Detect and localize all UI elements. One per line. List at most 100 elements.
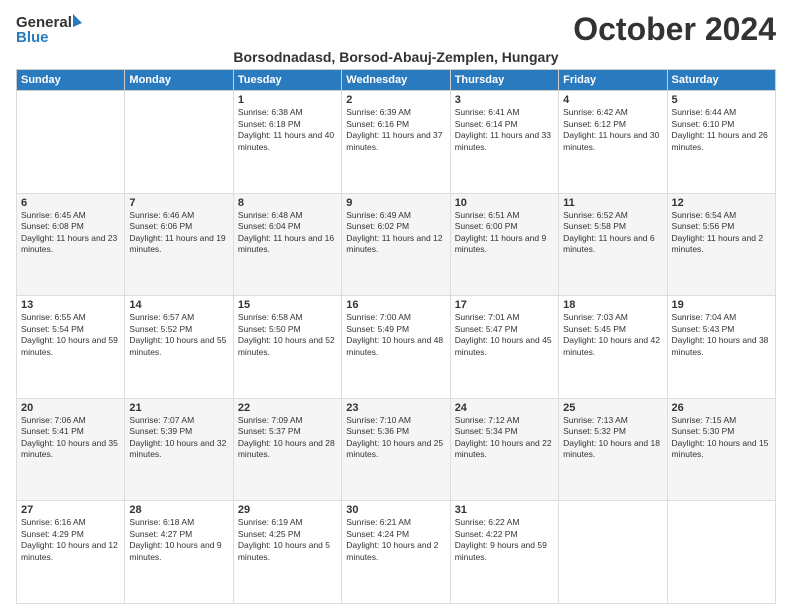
logo-text: General Blue — [16, 12, 82, 45]
calendar-cell: 29Sunrise: 6:19 AMSunset: 4:25 PMDayligh… — [233, 501, 341, 604]
day-detail: Sunrise: 6:39 AMSunset: 6:16 PMDaylight:… — [346, 107, 445, 153]
calendar-cell: 27Sunrise: 6:16 AMSunset: 4:29 PMDayligh… — [17, 501, 125, 604]
calendar-cell: 13Sunrise: 6:55 AMSunset: 5:54 PMDayligh… — [17, 296, 125, 399]
day-number: 5 — [672, 94, 771, 106]
day-detail: Sunrise: 7:12 AMSunset: 5:34 PMDaylight:… — [455, 415, 554, 461]
day-detail: Sunrise: 6:48 AMSunset: 6:04 PMDaylight:… — [238, 210, 337, 256]
day-detail: Sunrise: 7:10 AMSunset: 5:36 PMDaylight:… — [346, 415, 445, 461]
day-number: 11 — [563, 197, 662, 209]
day-detail: Sunrise: 6:21 AMSunset: 4:24 PMDaylight:… — [346, 517, 445, 563]
calendar-cell: 31Sunrise: 6:22 AMSunset: 4:22 PMDayligh… — [450, 501, 558, 604]
logo: General Blue — [16, 12, 82, 45]
day-number: 28 — [129, 504, 228, 516]
col-wednesday: Wednesday — [342, 70, 450, 91]
calendar-cell — [125, 91, 233, 194]
calendar-cell: 2Sunrise: 6:39 AMSunset: 6:16 PMDaylight… — [342, 91, 450, 194]
day-number: 3 — [455, 94, 554, 106]
day-detail: Sunrise: 6:18 AMSunset: 4:27 PMDaylight:… — [129, 517, 228, 563]
calendar-cell: 5Sunrise: 6:44 AMSunset: 6:10 PMDaylight… — [667, 91, 775, 194]
day-detail: Sunrise: 7:06 AMSunset: 5:41 PMDaylight:… — [21, 415, 120, 461]
col-tuesday: Tuesday — [233, 70, 341, 91]
day-number: 22 — [238, 402, 337, 414]
day-detail: Sunrise: 6:41 AMSunset: 6:14 PMDaylight:… — [455, 107, 554, 153]
calendar-cell: 10Sunrise: 6:51 AMSunset: 6:00 PMDayligh… — [450, 193, 558, 296]
calendar-cell: 20Sunrise: 7:06 AMSunset: 5:41 PMDayligh… — [17, 398, 125, 501]
calendar-cell: 16Sunrise: 7:00 AMSunset: 5:49 PMDayligh… — [342, 296, 450, 399]
col-thursday: Thursday — [450, 70, 558, 91]
day-number: 13 — [21, 299, 120, 311]
calendar-cell: 14Sunrise: 6:57 AMSunset: 5:52 PMDayligh… — [125, 296, 233, 399]
calendar-week-row: 20Sunrise: 7:06 AMSunset: 5:41 PMDayligh… — [17, 398, 776, 501]
calendar-week-row: 1Sunrise: 6:38 AMSunset: 6:18 PMDaylight… — [17, 91, 776, 194]
calendar-cell: 17Sunrise: 7:01 AMSunset: 5:47 PMDayligh… — [450, 296, 558, 399]
col-sunday: Sunday — [17, 70, 125, 91]
day-detail: Sunrise: 6:51 AMSunset: 6:00 PMDaylight:… — [455, 210, 554, 256]
day-number: 12 — [672, 197, 771, 209]
day-number: 20 — [21, 402, 120, 414]
day-detail: Sunrise: 7:00 AMSunset: 5:49 PMDaylight:… — [346, 312, 445, 358]
calendar-cell: 12Sunrise: 6:54 AMSunset: 5:56 PMDayligh… — [667, 193, 775, 296]
day-detail: Sunrise: 7:04 AMSunset: 5:43 PMDaylight:… — [672, 312, 771, 358]
day-detail: Sunrise: 6:49 AMSunset: 6:02 PMDaylight:… — [346, 210, 445, 256]
day-detail: Sunrise: 6:44 AMSunset: 6:10 PMDaylight:… — [672, 107, 771, 153]
day-detail: Sunrise: 7:15 AMSunset: 5:30 PMDaylight:… — [672, 415, 771, 461]
day-number: 9 — [346, 197, 445, 209]
day-number: 26 — [672, 402, 771, 414]
month-title: October 2024 — [573, 12, 776, 47]
calendar-cell: 30Sunrise: 6:21 AMSunset: 4:24 PMDayligh… — [342, 501, 450, 604]
day-number: 21 — [129, 402, 228, 414]
calendar-cell: 15Sunrise: 6:58 AMSunset: 5:50 PMDayligh… — [233, 296, 341, 399]
logo-blue: Blue — [16, 30, 82, 45]
day-number: 31 — [455, 504, 554, 516]
calendar-week-row: 6Sunrise: 6:45 AMSunset: 6:08 PMDaylight… — [17, 193, 776, 296]
day-number: 15 — [238, 299, 337, 311]
col-saturday: Saturday — [667, 70, 775, 91]
calendar-cell: 11Sunrise: 6:52 AMSunset: 5:58 PMDayligh… — [559, 193, 667, 296]
calendar-cell: 22Sunrise: 7:09 AMSunset: 5:37 PMDayligh… — [233, 398, 341, 501]
calendar-cell: 24Sunrise: 7:12 AMSunset: 5:34 PMDayligh… — [450, 398, 558, 501]
day-number: 14 — [129, 299, 228, 311]
day-detail: Sunrise: 6:58 AMSunset: 5:50 PMDaylight:… — [238, 312, 337, 358]
calendar-cell — [667, 501, 775, 604]
day-number: 7 — [129, 197, 228, 209]
day-number: 8 — [238, 197, 337, 209]
day-detail: Sunrise: 6:38 AMSunset: 6:18 PMDaylight:… — [238, 107, 337, 153]
calendar-cell: 21Sunrise: 7:07 AMSunset: 5:39 PMDayligh… — [125, 398, 233, 501]
day-detail: Sunrise: 6:22 AMSunset: 4:22 PMDaylight:… — [455, 517, 554, 563]
calendar-cell: 25Sunrise: 7:13 AMSunset: 5:32 PMDayligh… — [559, 398, 667, 501]
location-title: Borsodnadasd, Borsod-Abauj-Zemplen, Hung… — [16, 49, 776, 65]
day-detail: Sunrise: 6:16 AMSunset: 4:29 PMDaylight:… — [21, 517, 120, 563]
day-detail: Sunrise: 6:42 AMSunset: 6:12 PMDaylight:… — [563, 107, 662, 153]
day-number: 4 — [563, 94, 662, 106]
calendar-cell: 1Sunrise: 6:38 AMSunset: 6:18 PMDaylight… — [233, 91, 341, 194]
calendar-week-row: 13Sunrise: 6:55 AMSunset: 5:54 PMDayligh… — [17, 296, 776, 399]
calendar-cell: 6Sunrise: 6:45 AMSunset: 6:08 PMDaylight… — [17, 193, 125, 296]
day-detail: Sunrise: 6:19 AMSunset: 4:25 PMDaylight:… — [238, 517, 337, 563]
calendar-cell: 26Sunrise: 7:15 AMSunset: 5:30 PMDayligh… — [667, 398, 775, 501]
calendar-cell: 4Sunrise: 6:42 AMSunset: 6:12 PMDaylight… — [559, 91, 667, 194]
calendar-cell: 9Sunrise: 6:49 AMSunset: 6:02 PMDaylight… — [342, 193, 450, 296]
col-friday: Friday — [559, 70, 667, 91]
day-number: 6 — [21, 197, 120, 209]
calendar-cell: 28Sunrise: 6:18 AMSunset: 4:27 PMDayligh… — [125, 501, 233, 604]
day-detail: Sunrise: 7:13 AMSunset: 5:32 PMDaylight:… — [563, 415, 662, 461]
day-detail: Sunrise: 6:55 AMSunset: 5:54 PMDaylight:… — [21, 312, 120, 358]
calendar-cell: 19Sunrise: 7:04 AMSunset: 5:43 PMDayligh… — [667, 296, 775, 399]
calendar-cell: 8Sunrise: 6:48 AMSunset: 6:04 PMDaylight… — [233, 193, 341, 296]
day-number: 30 — [346, 504, 445, 516]
logo-general: General — [16, 12, 82, 30]
logo-arrow-icon — [73, 14, 82, 27]
calendar-cell: 18Sunrise: 7:03 AMSunset: 5:45 PMDayligh… — [559, 296, 667, 399]
day-number: 19 — [672, 299, 771, 311]
day-detail: Sunrise: 6:57 AMSunset: 5:52 PMDaylight:… — [129, 312, 228, 358]
day-number: 27 — [21, 504, 120, 516]
day-number: 10 — [455, 197, 554, 209]
day-number: 16 — [346, 299, 445, 311]
day-detail: Sunrise: 6:54 AMSunset: 5:56 PMDaylight:… — [672, 210, 771, 256]
day-number: 25 — [563, 402, 662, 414]
day-detail: Sunrise: 7:01 AMSunset: 5:47 PMDaylight:… — [455, 312, 554, 358]
day-detail: Sunrise: 7:07 AMSunset: 5:39 PMDaylight:… — [129, 415, 228, 461]
calendar-header-row: Sunday Monday Tuesday Wednesday Thursday… — [17, 70, 776, 91]
calendar-cell: 7Sunrise: 6:46 AMSunset: 6:06 PMDaylight… — [125, 193, 233, 296]
day-number: 17 — [455, 299, 554, 311]
